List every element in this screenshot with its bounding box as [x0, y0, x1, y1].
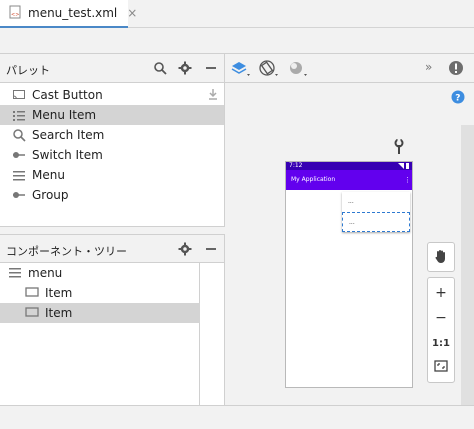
- cast-icon: [12, 88, 26, 102]
- palette-item-cast-button[interactable]: Cast Button: [0, 85, 224, 105]
- download-icon[interactable]: [207, 88, 219, 103]
- preview-menu-popup: ... ...: [342, 192, 410, 232]
- tree-node-label: Item: [45, 286, 73, 300]
- preview-menu-item-selected[interactable]: ...: [342, 212, 410, 232]
- palette-item-menu-item[interactable]: Menu Item: [0, 105, 224, 125]
- design-scrollbar[interactable]: [461, 125, 474, 405]
- palette-item-group[interactable]: Group: [0, 185, 224, 205]
- layers-icon[interactable]: [231, 60, 251, 81]
- zoom-actual-size-button[interactable]: 1:1: [428, 331, 454, 355]
- info-icon[interactable]: ?: [451, 90, 465, 107]
- group-icon: [12, 188, 26, 202]
- close-tab-icon[interactable]: ×: [127, 6, 137, 20]
- palette-item-label: Search Item: [32, 128, 105, 142]
- gear-icon[interactable]: [177, 60, 193, 76]
- tree-node-label: menu: [28, 266, 63, 280]
- minimize-icon[interactable]: [203, 60, 219, 76]
- overflow-chevron-icon[interactable]: »: [425, 60, 432, 74]
- xml-file-icon: <>: [8, 5, 22, 22]
- palette-item-label: Switch Item: [32, 148, 103, 162]
- svg-text:<>: <>: [11, 12, 19, 18]
- gear-icon[interactable]: [177, 241, 193, 257]
- tree-node-item[interactable]: Item: [0, 283, 200, 303]
- palette-item-label: Menu: [32, 168, 65, 182]
- preview-app-bar: My Application ⋮: [286, 170, 412, 190]
- editor-mode-strip: [0, 28, 474, 54]
- status-bar: [0, 405, 474, 429]
- palette-list: Cast Button Menu Item Search Item Switch…: [0, 83, 225, 227]
- design-toolbar: »: [225, 54, 474, 83]
- warning-icon[interactable]: [448, 60, 464, 79]
- palette-item-label: Cast Button: [32, 88, 103, 102]
- file-tab-label: menu_test.xml: [28, 6, 118, 20]
- palette-title: パレット: [6, 64, 50, 77]
- file-tab[interactable]: <> menu_test.xml ×: [0, 0, 137, 28]
- item-icon: [25, 305, 39, 322]
- svg-text:?: ?: [455, 94, 460, 104]
- component-tree-title: コンポーネント・ツリー: [6, 245, 127, 258]
- search-icon[interactable]: [152, 60, 168, 76]
- palette-item-search-item[interactable]: Search Item: [0, 125, 224, 145]
- pan-button[interactable]: [427, 242, 455, 272]
- palette-item-label: Menu Item: [32, 108, 97, 122]
- search-icon: [12, 128, 26, 142]
- wrench-icon[interactable]: [393, 138, 405, 158]
- preview-menu-item[interactable]: ...: [342, 192, 410, 212]
- zoom-out-button[interactable]: −: [428, 306, 454, 330]
- minimize-icon[interactable]: [203, 241, 219, 257]
- orientation-icon[interactable]: [258, 59, 280, 82]
- zoom-fit-button[interactable]: [428, 356, 454, 380]
- component-tree-header: コンポーネント・ツリー: [0, 234, 225, 263]
- menu-icon: [12, 168, 26, 182]
- preview-status-bar: 7:12: [286, 162, 412, 170]
- menu-icon: [8, 265, 22, 282]
- pan-icon: [433, 248, 449, 267]
- tree-node-menu[interactable]: menu: [0, 263, 200, 283]
- overflow-menu-icon: ⋮: [404, 176, 411, 184]
- palette-header: パレット: [0, 54, 225, 83]
- tree-attribute-column: [200, 263, 225, 405]
- zoom-controls: + − 1:1: [427, 277, 455, 383]
- preview-app-title: My Application: [291, 176, 336, 183]
- tree-node-item-selected[interactable]: Item: [0, 303, 200, 323]
- component-tree: menu Item Item: [0, 263, 200, 405]
- list-icon: [12, 108, 26, 122]
- zoom-in-button[interactable]: +: [428, 281, 454, 305]
- palette-item-menu[interactable]: Menu: [0, 165, 224, 185]
- palette-item-label: Group: [32, 188, 69, 202]
- device-preview: 7:12 My Application ⋮ ... ...: [285, 161, 413, 388]
- night-mode-icon[interactable]: [287, 59, 309, 82]
- editor-tab-bar: <> menu_test.xml ×: [0, 0, 474, 28]
- tree-node-label: Item: [45, 306, 73, 320]
- preview-status-time: 7:12: [289, 162, 303, 169]
- palette-item-switch-item[interactable]: Switch Item: [0, 145, 224, 165]
- fit-screen-icon: [434, 359, 448, 377]
- switch-icon: [12, 148, 26, 162]
- item-icon: [25, 285, 39, 302]
